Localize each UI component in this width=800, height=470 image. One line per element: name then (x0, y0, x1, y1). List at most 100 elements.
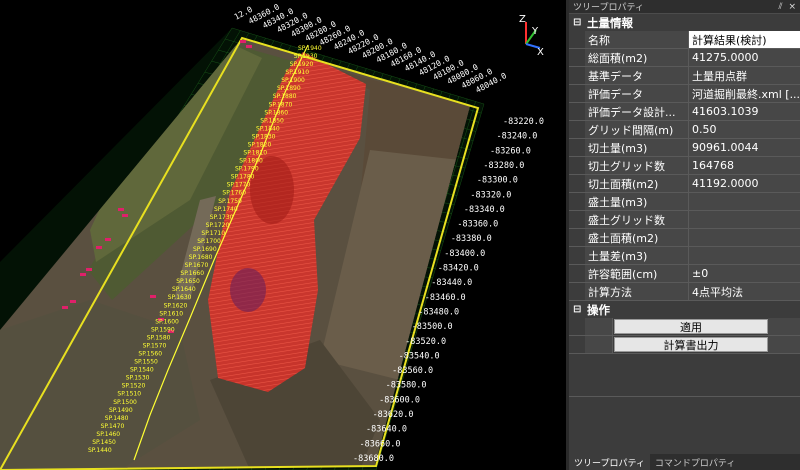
row-gutter (569, 193, 585, 210)
station-label: SP.1690 (193, 246, 217, 253)
property-value[interactable]: 計算結果(検討) (689, 31, 800, 48)
station-label: SP.1710 (201, 230, 225, 237)
station-label: SP.1900 (281, 77, 305, 84)
station-label: SP.1840 (256, 125, 280, 132)
property-key: 盛土量(m3) (585, 193, 689, 210)
tree-property-panel: ツリープロパティ ⫽ × ⊟ 土量情報 名称 計算結果(検討) 総面積(m2) 412… (569, 0, 800, 470)
station-label: SP.1810 (243, 150, 267, 157)
property-row[interactable]: 評価データ設計... 41603.1039 (569, 103, 800, 121)
panel-titlebar: ツリープロパティ ⫽ × (569, 0, 800, 14)
property-value[interactable]: 土量用点群 (689, 67, 800, 84)
property-value[interactable] (689, 211, 800, 228)
row-gutter (569, 283, 585, 300)
property-row[interactable]: 土量差(m3) (569, 247, 800, 265)
panel-tabs: ツリープロパティ コマンドプロパティ (569, 454, 800, 470)
output-row: 計算書出力 (569, 336, 800, 354)
outlier-point (122, 214, 128, 217)
y-axis-label: Y (531, 26, 539, 37)
section-soil-info-label: 土量情報 (587, 15, 633, 30)
outlier-point (62, 306, 68, 309)
right-axis-label: -83560.0 (392, 366, 433, 376)
property-value[interactable]: 41603.1039 (689, 103, 800, 120)
property-value[interactable]: 0.50 (689, 121, 800, 138)
close-icon[interactable]: × (788, 2, 796, 12)
collapse-icon[interactable]: ⊟ (573, 304, 585, 315)
property-row[interactable]: 名称 計算結果(検討) (569, 31, 800, 49)
right-axis-label: -83300.0 (477, 176, 518, 186)
section-soil-info[interactable]: ⊟ 土量情報 (569, 14, 800, 31)
property-row[interactable]: 切土面積(m2) 41192.0000 (569, 175, 800, 193)
row-gutter (569, 265, 585, 282)
property-value[interactable]: 41275.0000 (689, 49, 800, 66)
property-value[interactable]: 41192.0000 (689, 175, 800, 192)
property-value[interactable] (689, 247, 800, 264)
station-label: SP.1910 (285, 69, 309, 76)
property-row[interactable]: 許容範囲(cm) ±0 (569, 265, 800, 283)
property-key: 切土グリッド数 (585, 157, 689, 174)
station-label: SP.1630 (168, 294, 192, 301)
property-row[interactable]: 基準データ 土量用点群 (569, 67, 800, 85)
report-output-button[interactable]: 計算書出力 (614, 337, 768, 352)
property-row[interactable]: 評価データ 河道掘削最終.xml [... (569, 85, 800, 103)
property-value[interactable] (689, 193, 800, 210)
right-axis-label: -83680.0 (353, 454, 394, 464)
row-gutter (569, 103, 585, 120)
property-row[interactable]: 盛土量(m3) (569, 193, 800, 211)
station-label: SP.1650 (176, 278, 200, 285)
property-value[interactable]: 164768 (689, 157, 800, 174)
right-axis-label: -83440.0 (431, 278, 472, 288)
right-axis-label: -83520.0 (405, 337, 446, 347)
station-label: SP.1620 (164, 302, 188, 309)
scene-svg[interactable]: 12.048360.048340.048320.048300.048280.04… (0, 0, 566, 470)
station-label: SP.1610 (159, 310, 183, 317)
right-axis-label: -83340.0 (464, 205, 505, 215)
right-axis-label: -83600.0 (379, 395, 420, 405)
station-label: SP.1890 (277, 85, 301, 92)
property-value[interactable]: ±0 (689, 265, 800, 282)
property-key: 切土量(m3) (585, 139, 689, 156)
z-axis-label: Z (519, 14, 526, 25)
right-axis-label: -83480.0 (418, 307, 459, 317)
outlier-point (118, 208, 124, 211)
property-value[interactable]: 河道掘削最終.xml [... (689, 85, 800, 102)
3d-viewport[interactable]: 12.0 48360.0 48340.0 48320.0 48300.0 48280.0 4… (0, 0, 566, 470)
property-key: 評価データ (585, 85, 689, 102)
station-label: SP.1600 (155, 318, 179, 325)
property-row[interactable]: 総面積(m2) 41275.0000 (569, 49, 800, 67)
property-key: 盛土面積(m2) (585, 229, 689, 246)
tab-tree-property[interactable]: ツリープロパティ (569, 454, 650, 470)
property-row[interactable]: グリッド間隔(m) 0.50 (569, 121, 800, 139)
property-row[interactable]: 切土量(m3) 90961.0044 (569, 139, 800, 157)
station-label: SP.1460 (96, 431, 120, 438)
station-label: SP.1470 (101, 423, 125, 430)
station-label: SP.1720 (206, 222, 230, 229)
property-row[interactable]: 盛土面積(m2) (569, 229, 800, 247)
station-label: SP.1450 (92, 439, 116, 446)
right-axis-label: -83240.0 (496, 132, 537, 142)
section-operation[interactable]: ⊟ 操作 (569, 301, 800, 318)
grid-empty-area (569, 354, 800, 397)
property-key: 評価データ設計... (585, 103, 689, 120)
tab-command-property[interactable]: コマンドプロパティ (650, 454, 740, 470)
property-row[interactable]: 計算方法 4点平均法 (569, 283, 800, 301)
property-key: 名称 (585, 31, 689, 48)
pin-icon[interactable]: ⫽ (778, 2, 782, 12)
right-axis-label: -83360.0 (457, 220, 498, 230)
apply-row: 適用 (569, 318, 800, 336)
station-label: SP.1880 (273, 93, 297, 100)
collapse-icon[interactable]: ⊟ (573, 17, 585, 28)
property-key: 総面積(m2) (585, 49, 689, 66)
right-axis-label: -83620.0 (373, 410, 414, 420)
outlier-point (240, 40, 246, 43)
property-row[interactable]: 切土グリッド数 164768 (569, 157, 800, 175)
station-label: SP.1700 (197, 238, 221, 245)
apply-button[interactable]: 適用 (614, 319, 768, 334)
property-value[interactable]: 90961.0044 (689, 139, 800, 156)
panel-title: ツリープロパティ (573, 3, 644, 13)
property-value[interactable]: 4点平均法 (689, 283, 800, 300)
property-row[interactable]: 盛土グリッド数 (569, 211, 800, 229)
row-gutter (569, 31, 585, 48)
right-axis-label: -83380.0 (451, 234, 492, 244)
x-axis-label: X (537, 47, 544, 58)
property-value[interactable] (689, 229, 800, 246)
